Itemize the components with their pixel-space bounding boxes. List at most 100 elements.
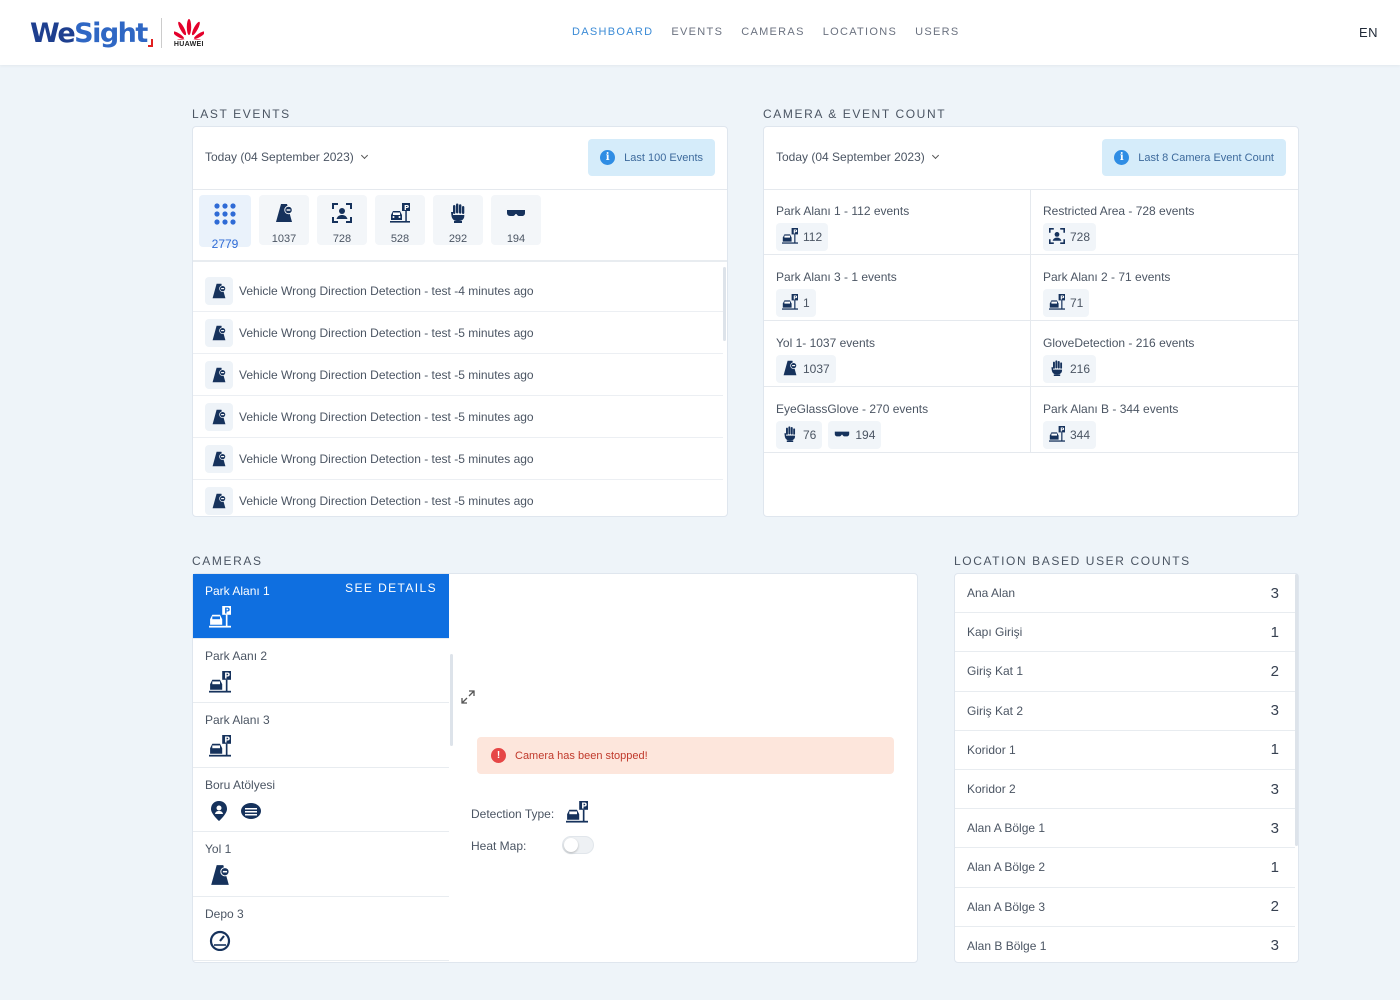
camera-event-count-title: CAMERA & EVENT COUNT <box>763 107 947 121</box>
event-row[interactable]: Vehicle Wrong Direction Detection - test… <box>193 480 723 516</box>
event-count-badge: 194 <box>828 421 882 449</box>
glove-icon <box>448 203 468 228</box>
location-row[interactable]: Alan A Bölge 2 1 <box>955 848 1295 888</box>
camera-item[interactable]: Park Aanı 2 P <box>193 639 449 703</box>
camera-item[interactable]: Park Alanı 3 P <box>193 703 449 768</box>
events-scrollbar[interactable] <box>723 267 726 341</box>
event-count-badge: P 112 <box>776 223 829 251</box>
nav-users[interactable]: USERS <box>915 26 959 38</box>
event-tile-face[interactable]: 728 <box>317 195 367 245</box>
parking-icon: P <box>566 801 588 828</box>
camera-count-title: Restricted Area - 728 events <box>1043 204 1195 218</box>
location-name: Koridor 2 <box>967 782 1016 797</box>
camera-item[interactable]: Boru Atölyesi <box>193 768 449 832</box>
last-100-events-button[interactable]: i Last 100 Events <box>588 139 715 176</box>
parking-icon: P <box>209 735 231 762</box>
location-row[interactable]: Giriş Kat 1 2 <box>955 652 1295 692</box>
last-events-date-filter[interactable]: Today (04 September 2023) <box>205 150 368 164</box>
brand-logo[interactable]: WeSight HUAWEI <box>30 16 204 50</box>
event-text: Vehicle Wrong Direction Detection - test… <box>239 493 534 508</box>
camera-item[interactable]: Yol 1 <box>193 832 449 897</box>
event-count-badge: 76 <box>776 421 823 449</box>
wrong-direction-icon <box>205 360 233 389</box>
camera-count-cell[interactable]: EyeGlassGlove - 270 events 76 194 <box>764 387 1031 453</box>
camera-item[interactable]: Depo 3 <box>193 897 449 961</box>
location-count: 3 <box>1270 819 1279 837</box>
see-details-button[interactable]: SEE DETAILS <box>345 581 437 595</box>
location-row[interactable]: Kapı Girişi 1 <box>955 613 1295 653</box>
last-events-card: Today (04 September 2023) i Last 100 Eve… <box>192 126 728 517</box>
event-type-tiles: 2779 1037 728 P 528 292 194 <box>193 189 727 261</box>
camera-name: Park Alanı 1 <box>205 584 270 598</box>
camera-count-cell[interactable]: GloveDetection - 216 events 216 <box>1031 321 1298 387</box>
language-selector[interactable]: EN <box>1359 25 1378 40</box>
badge-count: 71 <box>1070 296 1084 310</box>
divider <box>193 260 727 262</box>
chevron-down-icon <box>931 151 939 160</box>
face-detection-icon <box>332 203 352 228</box>
nav-locations[interactable]: LOCATIONS <box>823 26 897 38</box>
last-8-camera-count-button[interactable]: i Last 8 Camera Event Count <box>1102 139 1286 176</box>
camera-count-cell[interactable]: Restricted Area - 728 events 728 <box>1031 189 1298 255</box>
svg-text:P: P <box>404 204 409 212</box>
parking-icon: P <box>1049 425 1065 445</box>
location-row[interactable]: Koridor 2 3 <box>955 770 1295 810</box>
camera-count-cell[interactable]: Park Alanı B - 344 events P 344 <box>1031 387 1298 453</box>
location-counts-title: LOCATION BASED USER COUNTS <box>954 554 1191 568</box>
nav-cameras[interactable]: CAMERAS <box>741 26 805 38</box>
event-row[interactable]: Vehicle Wrong Direction Detection - test… <box>193 270 723 312</box>
cameras-title: CAMERAS <box>192 554 263 568</box>
svg-text:P: P <box>224 607 230 616</box>
location-count: 1 <box>1270 858 1279 876</box>
location-row[interactable]: Alan A Bölge 1 3 <box>955 809 1295 849</box>
camera-count-date-filter[interactable]: Today (04 September 2023) <box>776 150 939 164</box>
camera-count-cell[interactable]: Park Alanı 2 - 71 events P 71 <box>1031 255 1298 321</box>
location-row[interactable]: Koridor 1 1 <box>955 731 1295 770</box>
svg-text:P: P <box>224 671 230 680</box>
wrong-direction-icon <box>205 444 233 473</box>
event-tile-glove[interactable]: 292 <box>433 195 483 245</box>
event-text: Vehicle Wrong Direction Detection - test… <box>239 409 534 424</box>
nav-dashboard[interactable]: DASHBOARD <box>572 26 653 38</box>
camera-count-cell[interactable]: Yol 1- 1037 events 1037 <box>764 321 1031 387</box>
date-filter-label: Today (04 September 2023) <box>205 150 354 164</box>
event-count-badge: 1037 <box>776 355 836 383</box>
parking-icon: P <box>782 293 798 313</box>
event-row[interactable]: Vehicle Wrong Direction Detection - test… <box>193 312 723 354</box>
location-name: Ana Alan <box>967 586 1016 601</box>
location-row[interactable]: Alan A Bölge 3 2 <box>955 888 1295 927</box>
location-row[interactable]: Giriş Kat 2 3 <box>955 692 1295 731</box>
badge-count: 344 <box>1070 428 1091 442</box>
camera-name: Boru Atölyesi <box>205 777 276 792</box>
event-row[interactable]: Vehicle Wrong Direction Detection - test… <box>193 354 723 396</box>
location-counts-card: Ana Alan 3 Kapı Girişi 1 Giriş Kat 1 2 Giri… <box>954 573 1299 963</box>
event-tile-glasses[interactable]: 194 <box>491 195 541 245</box>
event-tile-all[interactable]: 2779 <box>199 195 251 251</box>
parking-icon: P <box>209 670 231 698</box>
event-tile-parking[interactable]: P 528 <box>375 195 425 245</box>
nav-events[interactable]: EVENTS <box>671 26 723 38</box>
location-row[interactable]: Alan B Bölge 1 3 <box>955 927 1295 961</box>
camera-count-cell[interactable]: Park Alanı 1 - 112 events P 112 <box>764 189 1031 255</box>
location-count: 2 <box>1270 898 1279 916</box>
date-filter-label: Today (04 September 2023) <box>776 150 925 164</box>
camera-count-title: Park Alanı 3 - 1 events <box>776 270 897 284</box>
camera-list-scrollbar[interactable] <box>450 654 453 746</box>
detection-type-label: Detection Type: <box>471 807 555 821</box>
location-row[interactable]: Ana Alan 3 <box>955 574 1295 614</box>
event-row[interactable]: Vehicle Wrong Direction Detection - test… <box>193 438 723 480</box>
location-count: 3 <box>1270 780 1279 798</box>
wrong-direction-icon <box>782 360 798 379</box>
event-tile-wrong-direction[interactable]: 1037 <box>259 195 309 245</box>
location-count: 1 <box>1270 623 1279 641</box>
heat-map-toggle[interactable] <box>562 836 594 854</box>
camera-count-cell[interactable]: Park Alanı 3 - 1 events P 1 <box>764 255 1031 321</box>
event-row[interactable]: Vehicle Wrong Direction Detection - test… <box>193 396 723 438</box>
events-list: Vehicle Wrong Direction Detection - test… <box>193 264 723 516</box>
location-list-scrollbar[interactable] <box>1295 574 1298 846</box>
tile-count: 292 <box>448 233 468 245</box>
badge-count: 216 <box>1070 362 1091 376</box>
camera-item[interactable]: Park Alanı 1 SEE DETAILS P <box>193 574 449 639</box>
camera-stopped-alert: ! Camera has been stopped! <box>477 737 894 774</box>
expand-icon[interactable] <box>461 690 475 709</box>
